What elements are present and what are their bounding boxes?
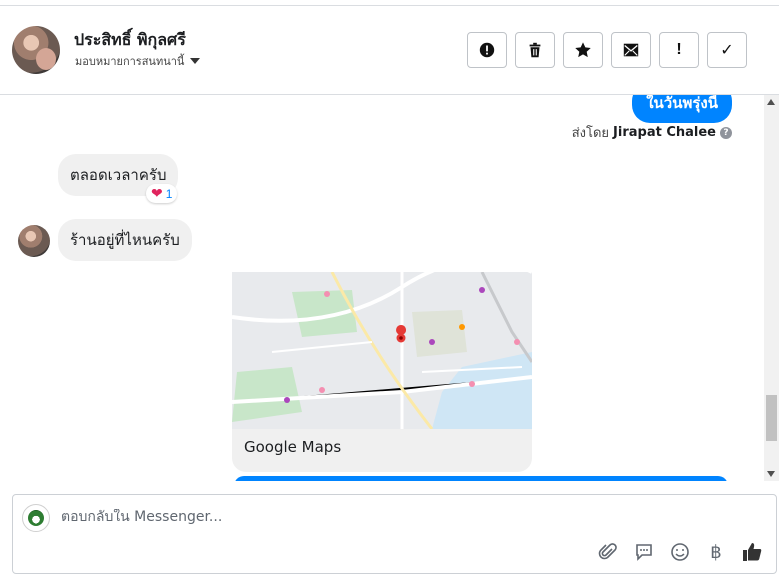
emoji-icon[interactable] bbox=[670, 542, 690, 562]
sent-by-label: ส่งโดย Jirapat Chalee ? bbox=[572, 122, 732, 143]
mail-icon bbox=[623, 43, 639, 57]
avatar[interactable] bbox=[12, 26, 60, 74]
check-icon: ✓ bbox=[720, 42, 734, 59]
baht-icon[interactable]: ฿ bbox=[706, 542, 726, 562]
heart-icon: ❤ bbox=[151, 185, 163, 201]
help-icon[interactable]: ? bbox=[720, 126, 732, 139]
composer-tools: ฿ bbox=[598, 542, 762, 562]
assign-label: มอบหมายการสนทนานี้ bbox=[75, 55, 185, 68]
comment-icon[interactable] bbox=[634, 542, 654, 562]
header-actions: ! ✓ bbox=[467, 32, 747, 68]
follow-up-button[interactable]: ! bbox=[659, 32, 699, 68]
page-avatar bbox=[22, 504, 50, 532]
map-label: Google Maps bbox=[244, 438, 342, 456]
reply-input[interactable] bbox=[61, 509, 751, 525]
scroll-thumb[interactable] bbox=[766, 395, 777, 441]
star-button[interactable] bbox=[563, 32, 603, 68]
sent-by-name: Jirapat Chalee bbox=[613, 125, 716, 140]
outgoing-message-partial[interactable] bbox=[234, 476, 728, 481]
thread-scrollbar[interactable] bbox=[764, 95, 779, 481]
contact-name[interactable]: ประสิทธิ์ พิกุลศรี bbox=[74, 28, 186, 53]
mark-done-button[interactable]: ✓ bbox=[707, 32, 747, 68]
mark-unread-button[interactable] bbox=[611, 32, 651, 68]
reaction-count: 1 bbox=[165, 186, 173, 201]
outgoing-message[interactable]: ในวันพรุ่งนี้ bbox=[632, 95, 732, 123]
thumbs-up-icon[interactable] bbox=[742, 542, 762, 562]
conversation-header: ประสิทธิ์ พิกุลศรี มอบหมายการสนทนานี้ ! … bbox=[0, 6, 779, 95]
sender-avatar bbox=[18, 225, 50, 257]
mark-spam-button[interactable] bbox=[467, 32, 507, 68]
sent-by-prefix: ส่งโดย bbox=[571, 126, 610, 141]
map-attachment[interactable]: Google Maps bbox=[232, 272, 532, 472]
delete-button[interactable] bbox=[515, 32, 555, 68]
paperclip-icon[interactable] bbox=[598, 542, 618, 562]
trash-icon bbox=[529, 42, 541, 58]
star-icon bbox=[575, 42, 591, 58]
map-image bbox=[232, 272, 532, 430]
incoming-message[interactable]: ร้านอยู่ที่ไหนครับ bbox=[58, 219, 192, 261]
alert-circle-icon bbox=[479, 42, 495, 58]
message-thread[interactable]: ในวันพรุ่งนี้ ส่งโดย Jirapat Chalee ? ตล… bbox=[0, 95, 764, 481]
assign-conversation-dropdown[interactable]: มอบหมายการสนทนานี้ bbox=[75, 52, 201, 70]
reaction-badge[interactable]: ❤ 1 bbox=[146, 184, 178, 203]
scroll-down-arrow-icon[interactable] bbox=[767, 471, 775, 477]
caret-down-icon bbox=[190, 58, 201, 64]
exclamation-icon: ! bbox=[676, 41, 682, 58]
reply-composer: ฿ bbox=[12, 494, 777, 574]
scroll-up-arrow-icon[interactable] bbox=[767, 99, 775, 105]
